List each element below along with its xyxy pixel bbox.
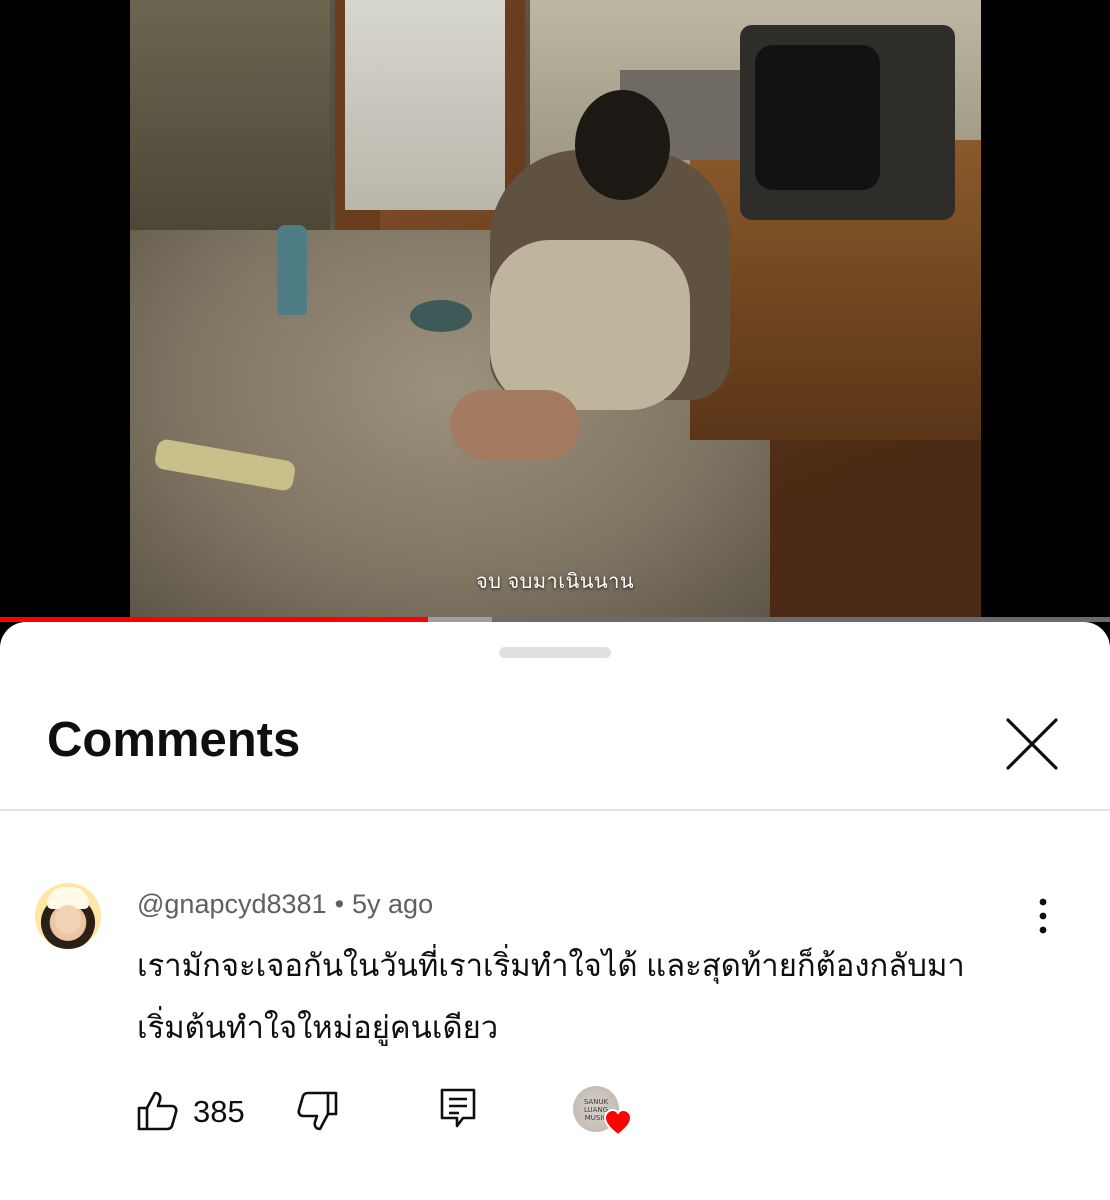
comment-item: @gnapcyd8381 • 5y ago เรามักจะเจอกันในวันท… xyxy=(0,877,1110,1197)
more-options-button[interactable] xyxy=(1028,897,1058,935)
close-icon xyxy=(1006,718,1058,770)
comment-meta: @gnapcyd8381 • 5y ago xyxy=(137,889,433,920)
meta-separator: • xyxy=(334,889,345,919)
avatar[interactable] xyxy=(35,883,101,949)
close-button[interactable] xyxy=(1000,712,1064,776)
scene-person-head xyxy=(575,90,670,200)
thumbs-up-icon xyxy=(137,1091,178,1131)
scene-door-glass xyxy=(345,0,505,210)
divider xyxy=(0,809,1110,811)
comment-text-line: เรามักจะเจอกันในวันที่เราเริ่มทำใจได้ แล… xyxy=(137,948,965,983)
scene-tv-screen xyxy=(755,45,880,190)
video-frame xyxy=(130,0,981,620)
comment-text: เรามักจะเจอกันในวันที่เราเริ่มทำใจได้ แล… xyxy=(137,935,1017,1059)
reply-icon xyxy=(440,1088,476,1128)
comment-actions: 385 SANUK LUANG MUSIC xyxy=(0,1082,1110,1142)
like-button[interactable] xyxy=(135,1088,181,1134)
like-count: 385 xyxy=(193,1094,245,1129)
video-player[interactable]: จบ จบมาเนินนาน xyxy=(0,0,1110,622)
dislike-button[interactable] xyxy=(294,1088,340,1134)
comment-text-line: เริ่มต้นทำใจใหม่อยู่คนเดียว xyxy=(137,1010,499,1045)
drag-handle[interactable] xyxy=(499,647,611,658)
comments-title: Comments xyxy=(47,713,301,767)
creator-heart-badge: SANUK LUANG MUSIC xyxy=(573,1086,635,1142)
reply-button[interactable] xyxy=(437,1086,479,1132)
comment-time: 5y ago xyxy=(352,889,434,919)
scene-ashtray xyxy=(410,300,472,332)
heart-icon xyxy=(603,1108,633,1137)
scene-bottle xyxy=(277,225,307,315)
comment-author[interactable]: @gnapcyd8381 xyxy=(137,889,327,919)
thumbs-down-icon xyxy=(297,1091,338,1131)
scene-person-feet xyxy=(450,390,580,460)
more-vertical-icon xyxy=(1039,898,1047,934)
avatar-face xyxy=(55,905,81,933)
scene-wall xyxy=(130,0,330,250)
video-subtitle: จบ จบมาเนินนาน xyxy=(475,571,635,593)
scene-person-legs xyxy=(490,240,690,410)
comments-sheet: Comments @gnapcyd8381 • 5y ago เรามักจะเจอ… xyxy=(0,622,1110,1200)
